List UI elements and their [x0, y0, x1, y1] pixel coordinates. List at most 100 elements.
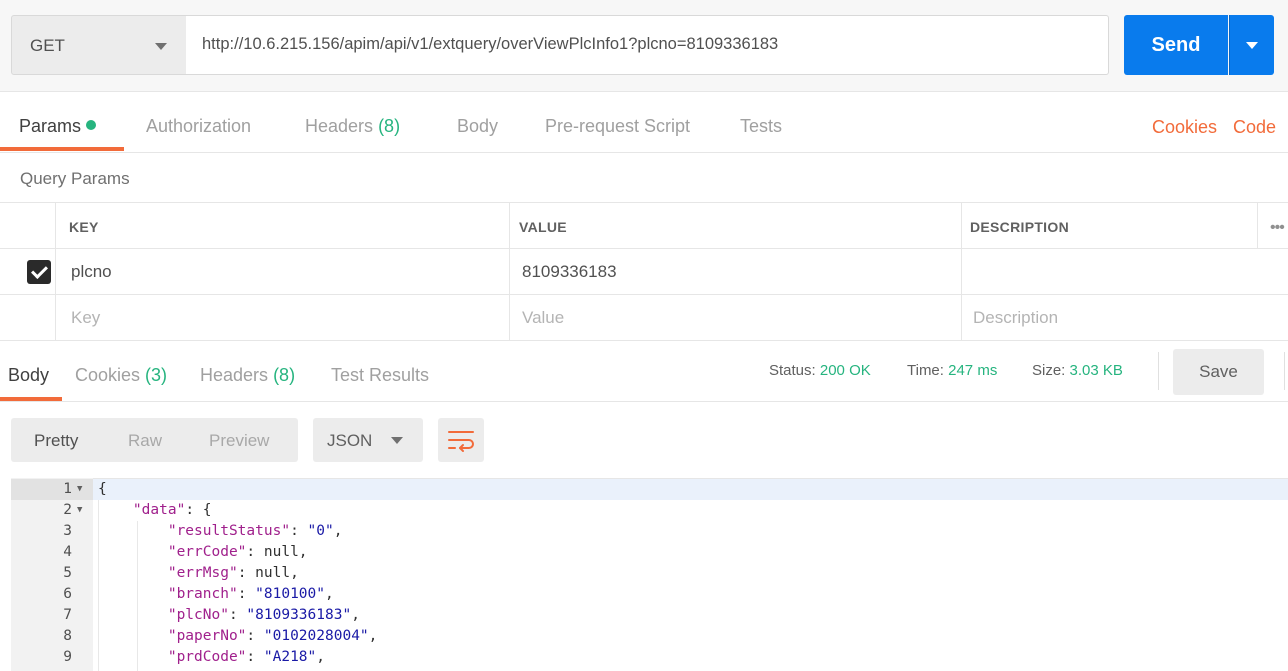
- status-value: 200 OK: [819, 362, 871, 379]
- response-tab-cookies[interactable]: Cookies (3): [75, 365, 167, 386]
- line-number: 6: [63, 586, 72, 602]
- json-punctuation: [98, 649, 168, 665]
- param-new-row: Key Value Description: [0, 294, 1288, 341]
- tab-headers[interactable]: Headers (8): [305, 116, 400, 137]
- value-column-header: VALUE: [509, 203, 961, 249]
- json-punctuation: :: [237, 586, 256, 602]
- view-mode-group: Pretty Raw Preview: [11, 418, 298, 462]
- code-line: 3 "resultStatus": "0",: [0, 521, 1288, 542]
- cookies-link[interactable]: Cookies: [1152, 117, 1217, 138]
- tab-prerequest-script[interactable]: Pre-request Script: [545, 116, 690, 137]
- url-input[interactable]: http://10.6.215.156/apim/api/v1/extquery…: [186, 15, 1109, 75]
- line-number: 2: [63, 502, 72, 518]
- tab-tests[interactable]: Tests: [740, 116, 782, 137]
- method-label: GET: [30, 36, 65, 55]
- response-status: Status: 200 OK: [769, 362, 871, 379]
- json-key: "prdCode": [167, 649, 247, 665]
- pretty-button[interactable]: Pretty: [34, 431, 78, 451]
- send-options-button[interactable]: [1229, 15, 1274, 75]
- code-text: "data": {: [98, 500, 212, 521]
- new-value-placeholder: Value: [522, 308, 565, 327]
- new-value-input[interactable]: Value: [509, 295, 961, 341]
- json-key: "paperNo": [167, 628, 247, 644]
- json-punctuation: :: [246, 649, 264, 665]
- wrap-lines-button[interactable]: [438, 418, 484, 462]
- json-punctuation: ,: [351, 607, 360, 623]
- json-string: "0102028004": [263, 628, 369, 644]
- description-header-label: DESCRIPTION: [970, 219, 1069, 235]
- code-text: "plcNo": "8109336183",: [98, 605, 360, 626]
- json-string: "A218": [263, 649, 317, 665]
- divider: [1284, 352, 1285, 390]
- code-line: 7 "plcNo": "8109336183",: [0, 605, 1288, 626]
- code-line: 8 "paperNo": "0102028004",: [0, 626, 1288, 647]
- active-tab-indicator: [0, 147, 124, 151]
- new-description-placeholder: Description: [973, 308, 1059, 327]
- json-punctuation: :: [228, 607, 247, 623]
- param-row: plcno 8109336183: [0, 248, 1288, 295]
- json-punctuation: {: [98, 481, 107, 497]
- response-headers-count: (8): [273, 365, 296, 385]
- line-number: 5: [63, 565, 72, 581]
- tab-authorization[interactable]: Authorization: [146, 116, 251, 137]
- json-punctuation: : null,: [237, 565, 299, 581]
- json-string: "810100": [255, 586, 325, 602]
- language-label: JSON: [327, 431, 373, 450]
- json-string: "0": [307, 523, 334, 539]
- line-number: 3: [63, 523, 72, 539]
- code-line: 1 ▼ {: [0, 479, 1288, 500]
- json-punctuation: :: [290, 523, 308, 539]
- response-cookies-label: Cookies: [75, 365, 141, 385]
- language-select[interactable]: JSON: [313, 418, 423, 462]
- param-enabled-checkbox[interactable]: [27, 260, 51, 284]
- param-value-value: 8109336183: [522, 262, 617, 281]
- response-cookies-count: (3): [145, 365, 168, 385]
- save-response-button[interactable]: Save: [1173, 349, 1264, 395]
- tab-params[interactable]: Params: [19, 116, 97, 137]
- line-number: 7: [63, 607, 72, 623]
- code-text: {: [98, 479, 107, 500]
- more-options-icon[interactable]: •••: [1270, 219, 1285, 237]
- method-select[interactable]: GET: [11, 15, 187, 75]
- preview-button[interactable]: Preview: [209, 431, 269, 451]
- code-text: "branch": "810100",: [98, 584, 334, 605]
- line-number: 4: [63, 544, 72, 560]
- json-key: "errCode": [167, 544, 247, 560]
- chevron-down-icon: [155, 43, 167, 50]
- param-value-cell[interactable]: 8109336183: [509, 249, 961, 295]
- size-value: 3.03 KB: [1069, 362, 1123, 379]
- chevron-down-icon: [391, 437, 403, 444]
- send-button[interactable]: Send: [1124, 15, 1228, 75]
- new-key-input[interactable]: Key: [55, 295, 509, 341]
- code-line: 5 "errMsg": null,: [0, 563, 1288, 584]
- param-key-cell[interactable]: plcno: [55, 249, 509, 295]
- json-key: "data": [132, 502, 186, 518]
- json-key: "errMsg": [167, 565, 238, 581]
- json-punctuation: ,: [368, 628, 378, 644]
- value-header-label: VALUE: [519, 219, 567, 235]
- response-tab-test-results[interactable]: Test Results: [331, 365, 429, 386]
- json-key: "plcNo": [167, 607, 229, 623]
- param-description-cell[interactable]: [961, 249, 1288, 295]
- fold-toggle-icon[interactable]: ▼: [77, 500, 82, 521]
- key-header-label: KEY: [69, 219, 99, 235]
- key-column-header: KEY: [55, 203, 509, 249]
- new-description-input[interactable]: Description: [961, 295, 1288, 341]
- wrap-lines-icon: [448, 431, 474, 452]
- raw-button[interactable]: Raw: [128, 431, 162, 451]
- params-active-dot-icon: [86, 120, 97, 131]
- time-label: Time:: [907, 362, 944, 379]
- response-active-tab-indicator: [0, 397, 62, 401]
- tab-headers-count: (8): [378, 116, 401, 136]
- code-text: "resultStatus": "0",: [98, 521, 343, 542]
- response-tab-headers[interactable]: Headers (8): [200, 365, 295, 386]
- fold-toggle-icon[interactable]: ▼: [77, 479, 82, 500]
- line-number: 1: [63, 481, 72, 497]
- description-column-header: DESCRIPTION: [961, 203, 1257, 249]
- code-link[interactable]: Code: [1233, 117, 1276, 138]
- params-header-row: KEY VALUE DESCRIPTION •••: [0, 202, 1288, 249]
- time-value: 247 ms: [948, 362, 998, 379]
- response-tab-body[interactable]: Body: [8, 365, 49, 386]
- tab-body[interactable]: Body: [457, 116, 498, 137]
- divider: [1158, 352, 1159, 390]
